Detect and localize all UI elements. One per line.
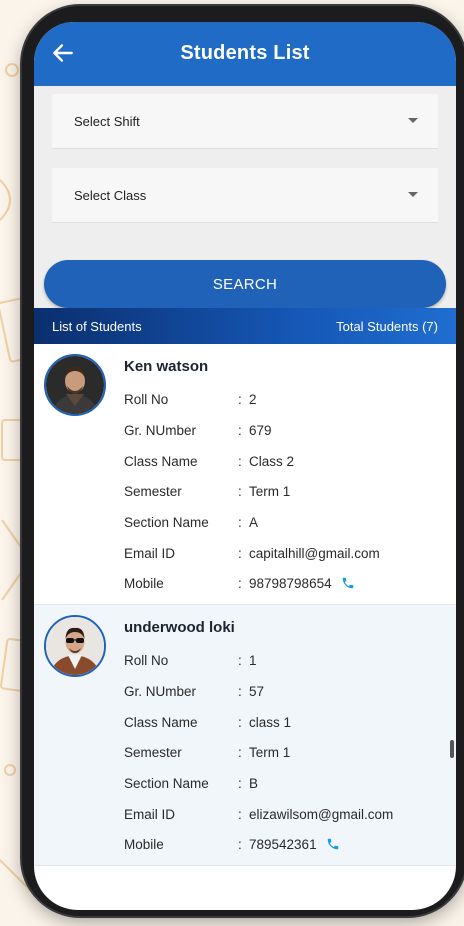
field-label: Gr. NUmber: [124, 423, 197, 438]
separator: :: [238, 684, 242, 699]
select-class-dropdown[interactable]: Select Class: [52, 168, 438, 223]
section-name-row: Section Name : B: [124, 776, 444, 796]
field-value: Term 1: [249, 484, 291, 499]
page-title: Students List: [180, 42, 310, 64]
field-label: Gr. NUmber: [124, 684, 197, 699]
section-name-row: Section Name : A: [124, 515, 444, 535]
student-card[interactable]: Ken watson Roll No : 2 Gr. NUmber : 679 …: [34, 344, 456, 605]
field-label: Class Name: [124, 715, 198, 730]
class-name-row: Class Name : Class 2: [124, 454, 444, 474]
field-label: Email ID: [124, 546, 176, 561]
mobile-value-wrap: 98798798654: [249, 576, 355, 591]
class-name-row: Class Name : class 1: [124, 715, 444, 735]
field-label: Roll No: [124, 392, 169, 407]
separator: :: [238, 837, 242, 852]
field-label: Mobile: [124, 576, 164, 591]
field-label: Mobile: [124, 837, 164, 852]
separator: :: [238, 392, 242, 407]
mobile-value: 789542361: [249, 837, 317, 852]
avatar: [44, 615, 106, 677]
field-value: 2: [249, 392, 257, 407]
scrollbar[interactable]: [450, 740, 454, 758]
field-value: A: [249, 515, 259, 530]
separator: :: [238, 776, 242, 791]
separator: :: [238, 715, 242, 730]
phone-icon[interactable]: [326, 837, 340, 851]
field-label: Email ID: [124, 807, 176, 822]
total-students-count: Total Students (7): [336, 319, 438, 334]
field-value: 1: [249, 653, 257, 668]
separator: :: [238, 745, 242, 760]
field-label: Class Name: [124, 454, 198, 469]
separator: :: [238, 576, 242, 591]
field-label: Roll No: [124, 653, 169, 668]
field-value: Class 2: [249, 454, 295, 469]
avatar: [44, 354, 106, 416]
mobile-value-wrap: 789542361: [249, 837, 340, 852]
list-header-bar: List of Students Total Students (7): [34, 308, 456, 344]
field-value: 679: [249, 423, 272, 438]
email-value[interactable]: capitalhill@gmail.com: [249, 546, 380, 561]
phone-icon[interactable]: [341, 576, 355, 590]
separator: :: [238, 546, 242, 561]
student-name: underwood loki: [124, 619, 235, 636]
email-row: Email ID : capitalhill@gmail.com: [124, 546, 444, 566]
separator: :: [238, 484, 242, 499]
gr-number-row: Gr. NUmber : 679: [124, 423, 444, 443]
email-value[interactable]: elizawilsom@gmail.com: [249, 807, 393, 822]
app-screen: Students List Select Shift Select Class …: [34, 22, 456, 910]
field-label: Section Name: [124, 776, 209, 791]
caret-down-icon: [408, 192, 418, 197]
search-button[interactable]: SEARCH: [44, 260, 446, 308]
mobile-value: 98798798654: [249, 576, 332, 591]
field-label: Section Name: [124, 515, 209, 530]
separator: :: [238, 807, 242, 822]
filter-panel: Select Shift Select Class SEARCH: [34, 86, 456, 328]
gr-number-row: Gr. NUmber : 57: [124, 684, 444, 704]
separator: :: [238, 454, 242, 469]
separator: :: [238, 653, 242, 668]
app-bar: Students List: [34, 22, 456, 86]
student-list: Ken watson Roll No : 2 Gr. NUmber : 679 …: [34, 344, 456, 866]
field-value: class 1: [249, 715, 292, 730]
field-label: Semester: [124, 484, 182, 499]
field-value: 57: [249, 684, 265, 699]
roll-no-row: Roll No : 2: [124, 392, 444, 412]
field-value: B: [249, 776, 259, 791]
separator: :: [238, 515, 242, 530]
email-row: Email ID : elizawilsom@gmail.com: [124, 807, 444, 827]
student-name: Ken watson: [124, 358, 209, 375]
separator: :: [238, 423, 242, 438]
caret-down-icon: [408, 118, 418, 123]
select-class-label: Select Class: [74, 188, 147, 203]
field-label: Semester: [124, 745, 182, 760]
mobile-row: Mobile : 789542361: [124, 837, 444, 857]
semester-row: Semester : Term 1: [124, 745, 444, 765]
field-value: Term 1: [249, 745, 291, 760]
semester-row: Semester : Term 1: [124, 484, 444, 504]
select-shift-label: Select Shift: [74, 114, 140, 129]
list-title: List of Students: [52, 319, 142, 334]
roll-no-row: Roll No : 1: [124, 653, 444, 673]
select-shift-dropdown[interactable]: Select Shift: [52, 94, 438, 149]
mobile-row: Mobile : 98798798654: [124, 576, 444, 596]
student-card[interactable]: underwood loki Roll No : 1 Gr. NUmber : …: [34, 605, 456, 866]
